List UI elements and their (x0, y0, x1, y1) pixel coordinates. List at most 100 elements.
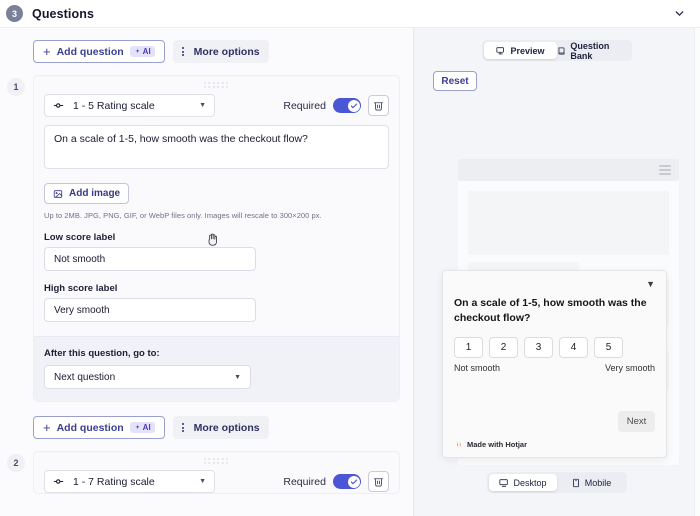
check-icon (350, 102, 357, 108)
preview-pane: Preview Question Bank Reset ▼ On a scale… (413, 28, 700, 516)
toggle-knob (347, 475, 360, 488)
survey-high-label: Very smooth (604, 362, 655, 373)
monitor-icon (496, 46, 505, 54)
add-image-button[interactable]: Add image (44, 183, 130, 204)
tab-mobile-label: Mobile (584, 477, 612, 488)
questions-editor-pane: + Add question AI More options 1 1 - 5 R… (0, 28, 413, 516)
required-control: Required (283, 95, 389, 116)
survey-low-label: Not smooth (454, 362, 501, 373)
rating-option-4[interactable]: 4 (559, 336, 588, 358)
survey-branding-label: Made with Hotjar (467, 440, 528, 449)
survey-preview-card: ▼ On a scale of 1-5, how smooth was the … (442, 270, 667, 458)
add-question-button-bottom[interactable]: + Add question AI (33, 416, 165, 439)
rating-option-2[interactable]: 2 (489, 336, 518, 358)
required-label: Required (283, 99, 326, 112)
add-image-row: Add image (44, 183, 389, 204)
required-toggle-2[interactable] (333, 474, 361, 489)
high-score-label: High score label (44, 283, 118, 294)
add-question-label: Add question (56, 45, 124, 58)
delete-question-button[interactable] (368, 95, 389, 116)
ai-badge: AI (129, 422, 155, 433)
chevron-down-icon[interactable] (670, 5, 688, 23)
high-score-input[interactable] (44, 298, 256, 322)
more-options-button-bottom[interactable]: More options (172, 416, 269, 439)
question-type-row-2: 1 - 7 Rating scale ▼ Required (44, 470, 389, 493)
kebab-icon (178, 47, 188, 56)
mock-block (468, 191, 669, 255)
drag-handle-icon[interactable] (203, 458, 230, 465)
trash-icon (373, 102, 384, 111)
goto-label: After this question, go to: (44, 348, 160, 359)
page-scrollbar[interactable] (694, 28, 700, 516)
image-icon (53, 189, 63, 198)
sparkle-icon (134, 424, 140, 430)
rating-option-3[interactable]: 3 (524, 336, 553, 358)
question-card-2: 1 - 7 Rating scale ▼ Required (33, 451, 400, 494)
preview-tabs: Preview Question Bank (482, 40, 632, 61)
section-header: 3 Questions (0, 0, 700, 28)
chevron-down-icon: ▼ (199, 478, 206, 485)
tab-desktop[interactable]: Desktop (489, 474, 557, 491)
monitor-icon (499, 478, 509, 487)
more-options-label: More options (193, 45, 260, 58)
question-logic-section: After this question, go to: Next questio… (34, 336, 399, 401)
question-toolbar-bottom: + Add question AI More options (0, 402, 413, 439)
ai-badge: AI (129, 46, 155, 57)
rating-option-1[interactable]: 1 (454, 336, 483, 358)
required-toggle[interactable] (333, 98, 361, 113)
question-text-input[interactable] (44, 125, 389, 169)
phone-icon (572, 478, 579, 487)
hamburger-menu-icon (659, 165, 671, 175)
survey-rating-scale: 1 2 3 4 5 (454, 336, 655, 358)
goto-select[interactable]: Next question ▼ (44, 365, 251, 389)
question-toolbar-top: + Add question AI More options (0, 28, 413, 63)
reset-button[interactable]: Reset (433, 71, 477, 91)
low-score-label: Low score label (44, 232, 116, 243)
tab-question-bank[interactable]: Question Bank (557, 40, 630, 61)
tab-question-bank-label: Question Bank (570, 40, 610, 61)
rating-scale-icon (53, 101, 66, 110)
step-number-badge: 3 (6, 5, 23, 22)
survey-next-button[interactable]: Next (618, 411, 655, 432)
question-index-1: 1 (7, 78, 25, 96)
mock-site-header (458, 159, 679, 181)
image-upload-hint: Up to 2MB. JPG, PNG, GIF, or WebP files … (44, 211, 322, 220)
survey-collapse-icon[interactable]: ▼ (646, 280, 655, 289)
survey-next-row: Next (454, 411, 655, 432)
ai-badge-label: AI (142, 47, 151, 56)
question-index-2: 2 (7, 454, 25, 472)
plus-icon: + (43, 44, 51, 59)
add-question-label: Add question (56, 421, 124, 434)
toggle-knob (347, 99, 360, 112)
rating-option-5[interactable]: 5 (594, 336, 623, 358)
question-block-1: 1 1 - 5 Rating scale ▼ Required On a sca… (0, 75, 413, 402)
tab-mobile[interactable]: Mobile (557, 474, 625, 491)
tab-preview[interactable]: Preview (484, 42, 557, 59)
ai-badge-label: AI (142, 423, 151, 432)
question-card-1: 1 - 5 Rating scale ▼ Required On a scale… (33, 75, 400, 402)
question-type-select[interactable]: 1 - 5 Rating scale ▼ (44, 94, 215, 117)
device-preview-tabs: Desktop Mobile (487, 472, 627, 493)
drag-handle-icon[interactable] (203, 82, 230, 89)
chevron-down-icon: ▼ (234, 373, 241, 381)
check-icon (350, 478, 357, 484)
question-block-2: 2 1 - 7 Rating scale ▼ Required (0, 451, 413, 494)
survey-editor-app: 3 Questions + Add question AI More optio… (0, 0, 700, 516)
page-title: Questions (32, 6, 95, 21)
survey-scale-labels: Not smooth Very smooth (454, 363, 655, 373)
add-image-label: Add image (69, 188, 121, 199)
hotjar-logo-icon (456, 441, 462, 448)
low-score-input[interactable] (44, 247, 256, 271)
question-type-select-2[interactable]: 1 - 7 Rating scale ▼ (44, 470, 215, 493)
tab-preview-label: Preview (510, 45, 545, 56)
plus-icon: + (43, 420, 51, 435)
trash-icon (373, 478, 384, 487)
required-control-2: Required (283, 471, 389, 492)
question-type-row: 1 - 5 Rating scale ▼ Required (44, 94, 389, 117)
more-options-label: More options (193, 421, 260, 434)
more-options-button-top[interactable]: More options (172, 40, 269, 63)
kebab-icon (178, 423, 188, 432)
delete-question-button-2[interactable] (368, 471, 389, 492)
add-question-button-top[interactable]: + Add question AI (33, 40, 165, 63)
book-icon (558, 46, 565, 55)
